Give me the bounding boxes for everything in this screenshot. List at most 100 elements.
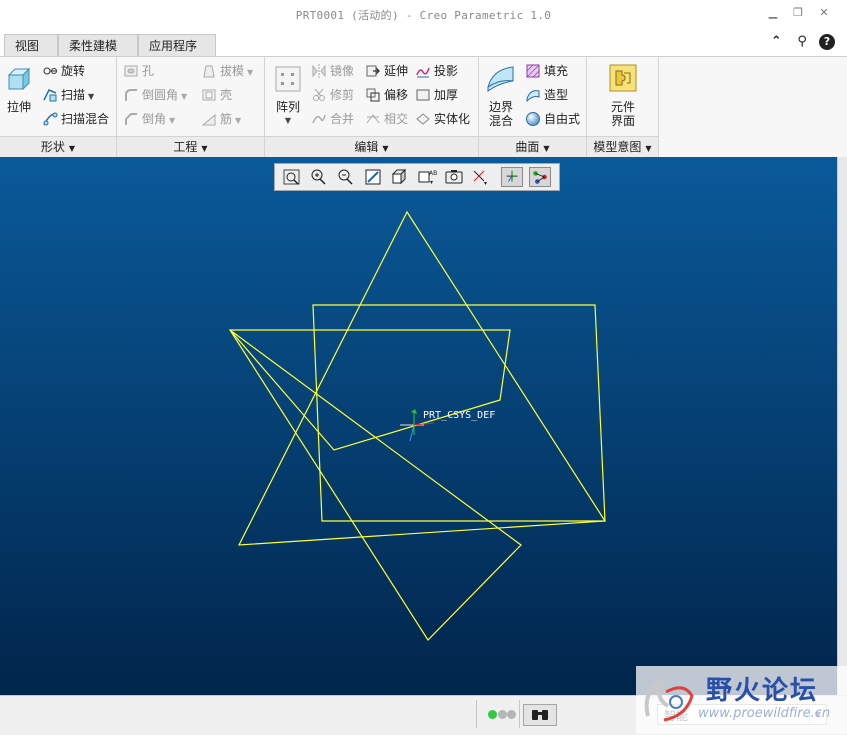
- status-dot-icon: [507, 710, 516, 719]
- style-button[interactable]: 造型: [525, 85, 568, 105]
- graphics-window[interactable]: PRT_CSYS_DEF: [0, 157, 838, 695]
- intersect-button[interactable]: 相交: [365, 109, 408, 129]
- group-engineering-title: 工程: [173, 140, 198, 154]
- rib-dropdown-icon[interactable]: ▼: [235, 116, 241, 125]
- pattern-button[interactable]: 阵列 ▼: [269, 65, 307, 128]
- revolve-label: 旋转: [61, 64, 86, 78]
- group-surfaces-label[interactable]: 曲面 ▼: [479, 136, 586, 157]
- fill-icon: [526, 64, 540, 77]
- chamfer-icon: [125, 112, 137, 125]
- round-icon: [125, 88, 137, 101]
- round-button[interactable]: 倒圆角 ▼: [123, 85, 187, 105]
- triangle-down: [229, 329, 522, 641]
- freestyle-icon: [526, 111, 540, 126]
- pattern-dropdown-icon[interactable]: ▼: [269, 114, 307, 128]
- draft-dropdown-icon[interactable]: ▼: [247, 68, 253, 77]
- style-icon: [526, 89, 540, 102]
- trim-button[interactable]: 修剪: [311, 85, 354, 105]
- zoom-out-icon[interactable]: [335, 167, 357, 187]
- close-icon[interactable]: ✕: [816, 6, 832, 20]
- group-shape-label[interactable]: 形状 ▼: [0, 136, 116, 157]
- group-engineering-label[interactable]: 工程 ▼: [117, 136, 264, 157]
- group-shape-title: 形状: [40, 140, 65, 154]
- repaint-icon[interactable]: [362, 167, 384, 187]
- group-editing-title: 编辑: [354, 140, 379, 154]
- shell-button[interactable]: 壳: [201, 85, 232, 105]
- thicken-label: 加厚: [434, 88, 459, 102]
- spin-center-icon[interactable]: [501, 167, 523, 187]
- group-model-intent-title: 模型意图: [593, 140, 642, 154]
- title-bar: PRT0001 (活动的) - Creo Parametric 1.0 ▁ ❐ …: [0, 0, 847, 30]
- pattern-label: 阵列: [275, 100, 300, 114]
- solidify-icon: [416, 112, 430, 125]
- saved-views-icon[interactable]: AB ▾: [416, 167, 438, 187]
- regen-status-icon: [488, 710, 497, 719]
- search-icon[interactable]: ⚲: [793, 33, 811, 51]
- rib-button[interactable]: 筋 ▼: [201, 109, 241, 129]
- rib-label: 筋: [220, 112, 233, 126]
- sweep-dropdown-icon[interactable]: ▼: [88, 92, 94, 101]
- shell-label: 壳: [220, 88, 233, 102]
- project-button[interactable]: 投影: [415, 61, 458, 81]
- chevron-down-icon: ▼: [201, 144, 208, 153]
- freestyle-button[interactable]: 自由式: [525, 109, 580, 129]
- group-editing: 阵列 ▼ 镜像 修剪 合并 延伸 偏移 相交 投影 加厚 实体化 编辑 ▼: [265, 57, 479, 157]
- restore-icon[interactable]: ❐: [790, 6, 806, 20]
- chevron-down-icon: ▼: [543, 144, 550, 153]
- merge-button[interactable]: 合并: [311, 109, 354, 129]
- view-manager-icon[interactable]: [443, 167, 465, 187]
- round-dropdown-icon[interactable]: ▼: [181, 92, 187, 101]
- boundary-blend-label-1: 边界: [488, 100, 513, 114]
- help-icons: ⌃ ⚲ ?: [763, 33, 835, 51]
- ribbon: 拉伸 旋转 扫描 ▼ 扫描混合 形状 ▼ 孔 倒圆角 ▼ 倒角 ▼ 拔模 ▼ 壳 筋 ▼: [0, 56, 847, 158]
- chamfer-button[interactable]: 倒角 ▼: [123, 109, 175, 129]
- chevron-down-icon: ▼: [382, 144, 389, 153]
- revolve-button[interactable]: 旋转: [42, 61, 85, 81]
- help-icon[interactable]: ?: [819, 34, 835, 50]
- ribbon-tab-row: 视图 柔性建模 应用程序 ⌃ ⚲ ?: [0, 30, 847, 56]
- swept-blend-button[interactable]: 扫描混合: [42, 109, 109, 129]
- datum-display-icon[interactable]: ▾: [470, 167, 492, 187]
- intersect-label: 相交: [384, 112, 409, 126]
- solidify-button[interactable]: 实体化: [415, 109, 470, 129]
- display-style-icon[interactable]: [389, 167, 411, 187]
- forum-watermark: 野火论坛 www.proewildfire.cn: [636, 666, 847, 734]
- group-model-intent-label[interactable]: 模型意图 ▼: [587, 136, 658, 157]
- thicken-button[interactable]: 加厚: [415, 85, 458, 105]
- zoom-in-icon[interactable]: [308, 167, 330, 187]
- svg-text:▾: ▾: [484, 180, 487, 187]
- status-dot-icon: [498, 710, 507, 719]
- quad-front: [228, 329, 511, 451]
- watermark-title: 野火论坛: [706, 676, 819, 706]
- svg-text:AB: AB: [429, 170, 437, 177]
- refit-icon[interactable]: [281, 167, 303, 187]
- extend-icon: [366, 65, 380, 76]
- mirror-icon: [312, 63, 326, 78]
- sweep-button[interactable]: 扫描 ▼: [42, 85, 94, 105]
- minimize-icon[interactable]: ▁: [765, 6, 781, 20]
- tab-flexible-modeling[interactable]: 柔性建模: [58, 34, 138, 56]
- hole-button[interactable]: 孔: [123, 61, 154, 81]
- chevron-down-icon: ▼: [68, 144, 76, 153]
- extrude-icon: [7, 67, 31, 91]
- collapse-ribbon-icon[interactable]: ⌃: [767, 33, 785, 51]
- offset-button[interactable]: 偏移: [365, 85, 408, 105]
- extrude-button[interactable]: 拉伸: [2, 63, 36, 114]
- component-interface-button[interactable]: 元件 界面: [601, 63, 645, 128]
- vertical-scrollbar[interactable]: [837, 157, 847, 695]
- fill-button[interactable]: 填充: [525, 61, 568, 81]
- boundary-blend-button[interactable]: 边界 混合: [481, 63, 521, 128]
- draft-button[interactable]: 拔模 ▼: [201, 61, 253, 81]
- chamfer-dropdown-icon[interactable]: ▼: [169, 116, 175, 125]
- window-title: PRT0001 (活动的) - Creo Parametric 1.0: [295, 9, 552, 22]
- freestyle-label: 自由式: [544, 112, 581, 126]
- annotation-display-icon[interactable]: [529, 167, 551, 187]
- group-editing-label[interactable]: 编辑 ▼: [265, 136, 478, 157]
- extend-button[interactable]: 延伸: [365, 61, 408, 81]
- group-shape: 拉伸 旋转 扫描 ▼ 扫描混合 形状 ▼: [0, 57, 117, 157]
- tab-applications[interactable]: 应用程序: [138, 34, 216, 56]
- tab-view[interactable]: 视图: [4, 34, 58, 56]
- mirror-button[interactable]: 镜像: [311, 61, 354, 81]
- component-interface-icon: [609, 64, 637, 92]
- find-button[interactable]: [523, 704, 557, 726]
